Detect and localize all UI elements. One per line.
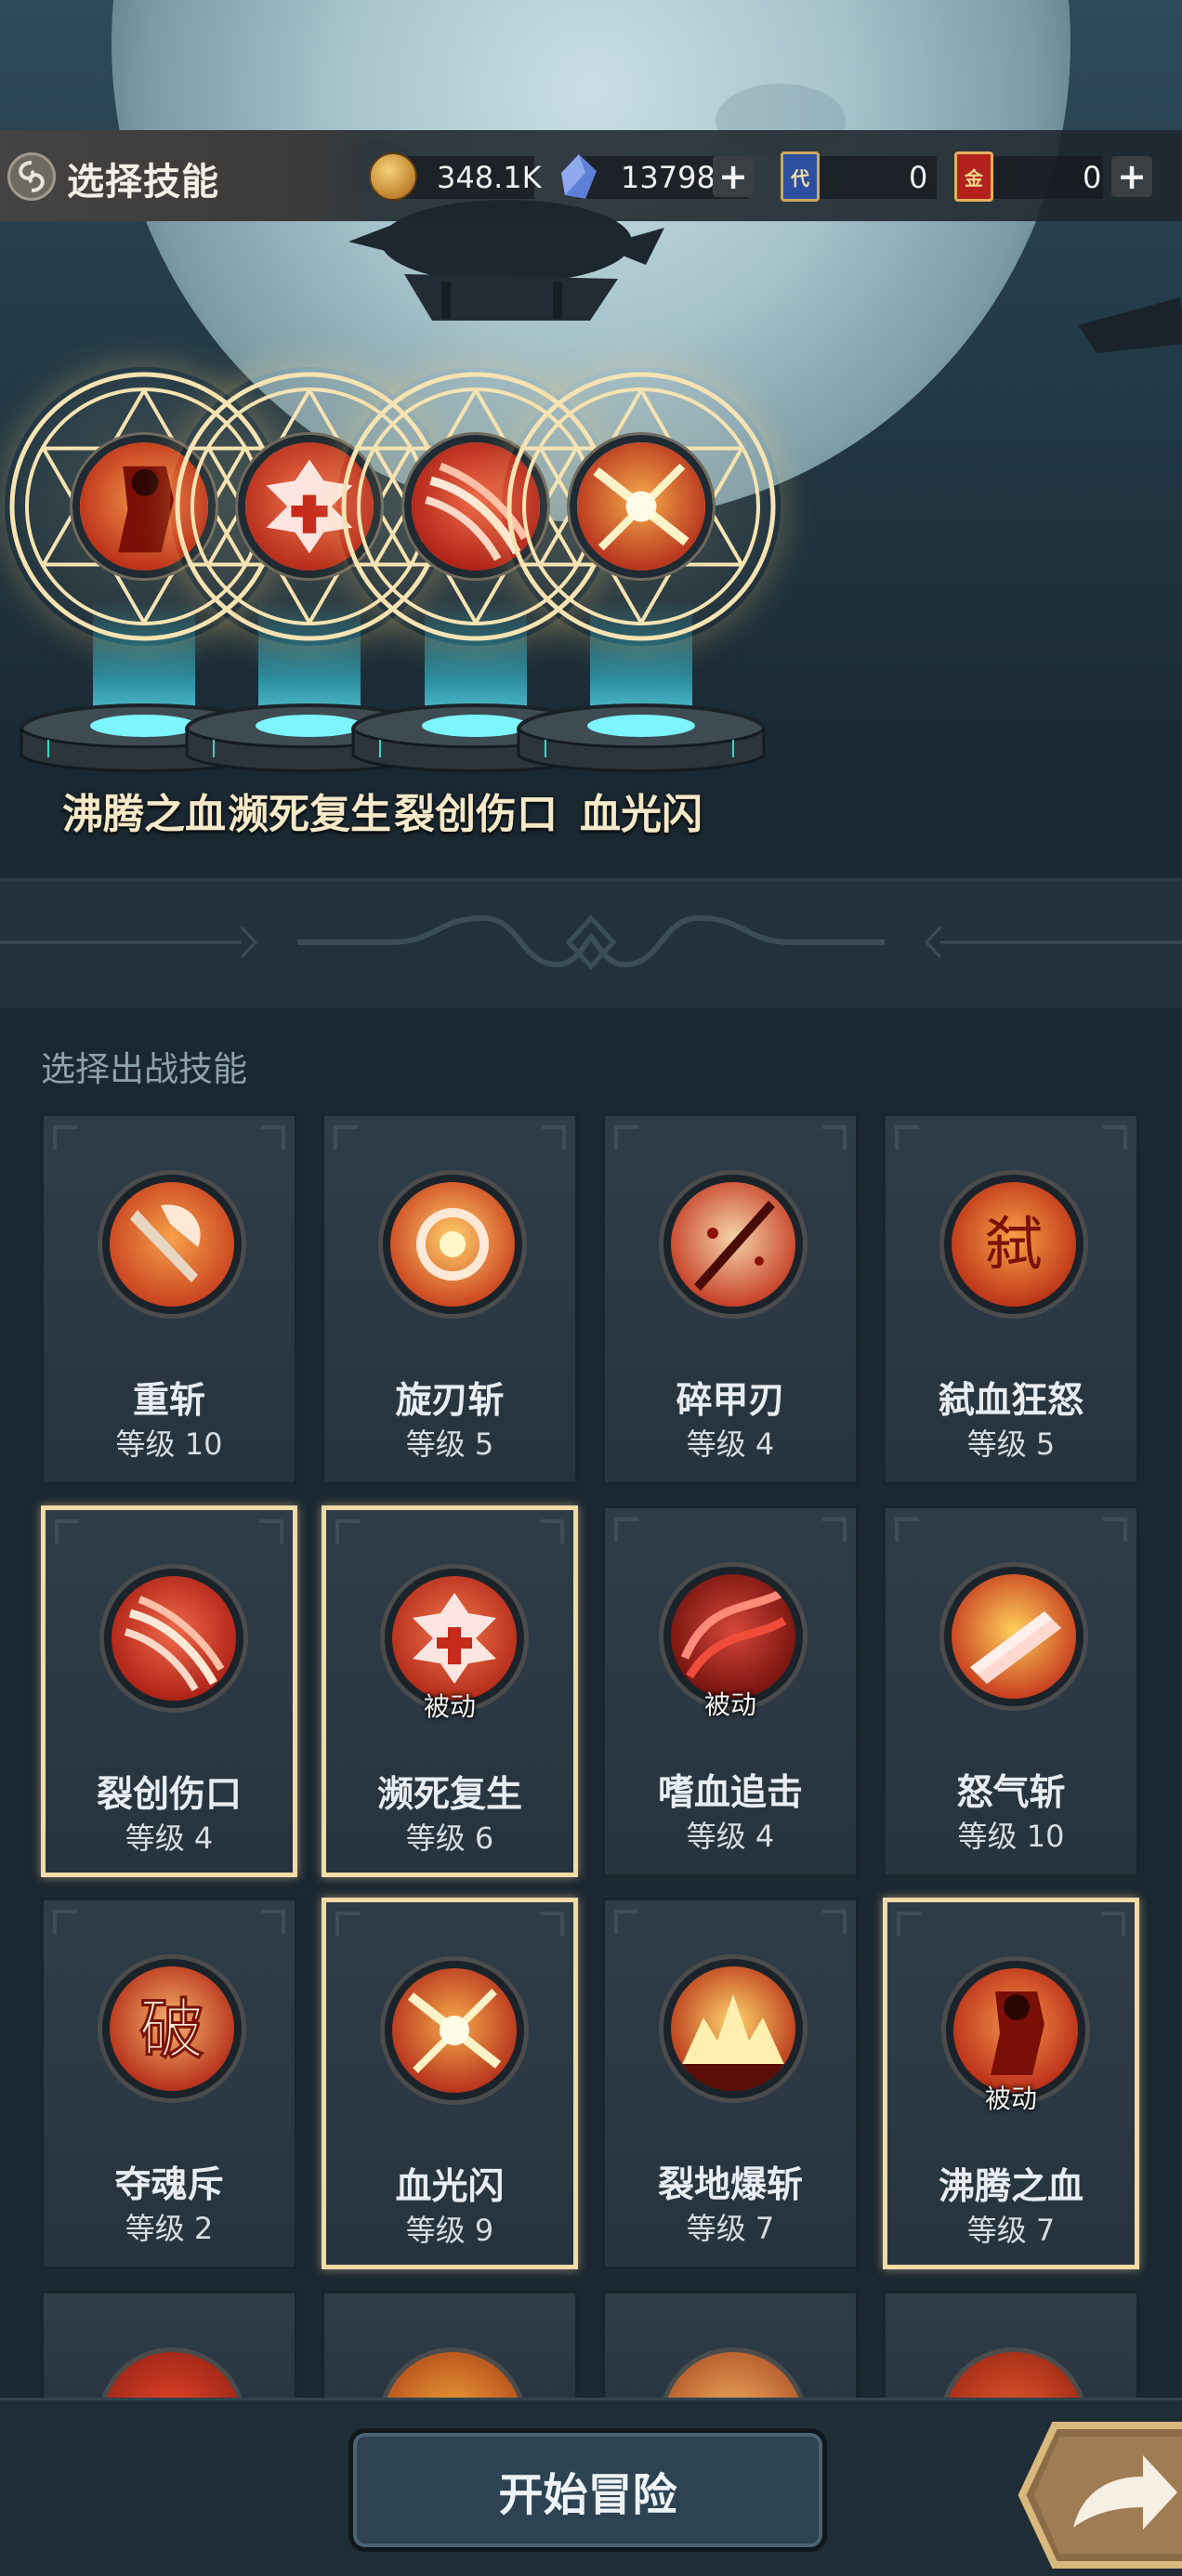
svg-text:ꟾ: ꟾ: [46, 740, 51, 762]
gold-card-icon: 金: [954, 151, 993, 202]
skill-card[interactable]: 破 夺魂斥 等级 2: [41, 1898, 297, 2269]
passive-tag: 被动: [703, 1689, 756, 1720]
skill-level: 等级 5: [405, 1426, 494, 1462]
skill-level: 等级 7: [686, 2211, 775, 2246]
svg-text:弑: 弑: [985, 1210, 1043, 1278]
flash-spark-icon: [392, 1968, 517, 2093]
rage-rune-icon: 弑: [952, 1182, 1076, 1307]
passive-tag: 被动: [984, 2083, 1037, 2114]
skill-name: 怒气斩: [956, 1772, 1066, 1814]
skill-card[interactable]: 裂地爆斩 等级 7: [602, 1898, 859, 2269]
skill-level: 等级 10: [957, 1819, 1065, 1854]
skill-name: 旋刃斩: [395, 1380, 505, 1422]
add-gems-button[interactable]: +: [713, 156, 754, 197]
skill-card[interactable]: 弑 弑血狂怒 等级 5: [883, 1113, 1139, 1485]
svg-text:ꟾ: ꟾ: [377, 740, 383, 762]
gold-amount: 348.1K: [437, 160, 542, 195]
skill-card[interactable]: 碎甲刃 等级 4: [602, 1113, 859, 1485]
section-title: 选择出战技能: [41, 1049, 247, 1089]
arrow-right-icon[interactable]: [1018, 2416, 1182, 2574]
start-adventure-label: 开始冒险: [498, 2468, 677, 2521]
skill-card[interactable]: 被动 濒死复生 等级 6: [322, 1505, 578, 1877]
claw-slash-icon: [112, 1576, 236, 1701]
skill-name: 碎甲刃: [676, 1380, 785, 1422]
skill-name: 嗜血追击: [657, 1772, 803, 1814]
skill-name: 弑血狂怒: [938, 1380, 1084, 1422]
axe-icon: [110, 1182, 234, 1307]
skill-name: 血光闪: [395, 2166, 505, 2208]
svg-text:ꟾ: ꟾ: [543, 740, 548, 762]
skill-card[interactable]: 重斩 等级 10: [41, 1113, 297, 1485]
passive-tag: 被动: [423, 1691, 476, 1722]
gold-card-count: 0: [1083, 160, 1102, 195]
page-title: 选择技能: [67, 161, 219, 204]
skill-level: 等级 2: [125, 2211, 214, 2246]
pedestal: ꟾ ꟾ: [517, 703, 766, 772]
selected-skill-slot[interactable]: ꟾ ꟾ 血光闪: [502, 367, 781, 838]
skill-card[interactable]: 被动 嗜血追击 等级 4: [602, 1505, 859, 1877]
skill-level: 等级 4: [686, 1819, 775, 1854]
skill-level: 等级 10: [115, 1426, 223, 1462]
rage-slash-icon: [952, 1574, 1076, 1699]
skill-level: 等级 6: [405, 1820, 494, 1856]
skill-level: 等级 4: [686, 1426, 775, 1462]
skill-level: 等级 5: [966, 1426, 1056, 1462]
crystal-gem-icon: [561, 154, 597, 199]
start-adventure-button[interactable]: 开始冒险: [348, 2428, 827, 2552]
skill-card[interactable]: 旋刃斩 等级 5: [322, 1113, 578, 1485]
skill-level: 等级 7: [966, 2213, 1056, 2248]
skill-card[interactable]: 血光闪 等级 9: [322, 1898, 578, 2269]
blood-chase-icon: [671, 1574, 795, 1699]
blood-figure-icon: [953, 1968, 1078, 2093]
skill-name: 夺魂斥: [114, 2164, 224, 2206]
blade-break-icon: [671, 1182, 795, 1307]
gold-coin-icon: [369, 152, 417, 201]
flash-spark-icon: [570, 435, 713, 578]
add-gold-card-button[interactable]: +: [1111, 156, 1152, 197]
skill-name: 濒死复生: [376, 1774, 522, 1816]
skill-name: 裂地爆斩: [657, 2164, 803, 2206]
skill-level: 等级 9: [405, 2213, 494, 2248]
ticket-card-icon: 代: [781, 151, 820, 202]
gem-amount: 13798: [621, 160, 716, 195]
swirl-emblem-icon: [7, 152, 56, 201]
svg-text:ꟾ: ꟾ: [730, 740, 736, 762]
skill-name: 沸腾之血: [938, 2166, 1084, 2208]
slot-skill-name: 血光闪: [580, 791, 703, 838]
skill-card[interactable]: 被动 沸腾之血 等级 7: [883, 1898, 1139, 2269]
whirl-blade-icon: [390, 1182, 515, 1307]
svg-text:ꟾ: ꟾ: [211, 740, 217, 762]
ground-burst-icon: [671, 1966, 795, 2091]
ticket-card-count: 0: [909, 160, 928, 195]
skill-level: 等级 4: [125, 1820, 214, 1856]
skill-card[interactable]: 裂创伤口 等级 4: [41, 1505, 297, 1877]
soul-rune-icon: 破: [110, 1966, 234, 2091]
skill-card[interactable]: 怒气斩 等级 10: [883, 1505, 1139, 1877]
revive-cross-icon: [392, 1576, 517, 1701]
section-divider: [0, 878, 1182, 1008]
svg-text:破: 破: [139, 1991, 204, 2068]
skill-name: 重斩: [132, 1380, 205, 1422]
small-airship-silhouette: [1078, 297, 1182, 353]
skill-name: 裂创伤口: [96, 1774, 242, 1816]
